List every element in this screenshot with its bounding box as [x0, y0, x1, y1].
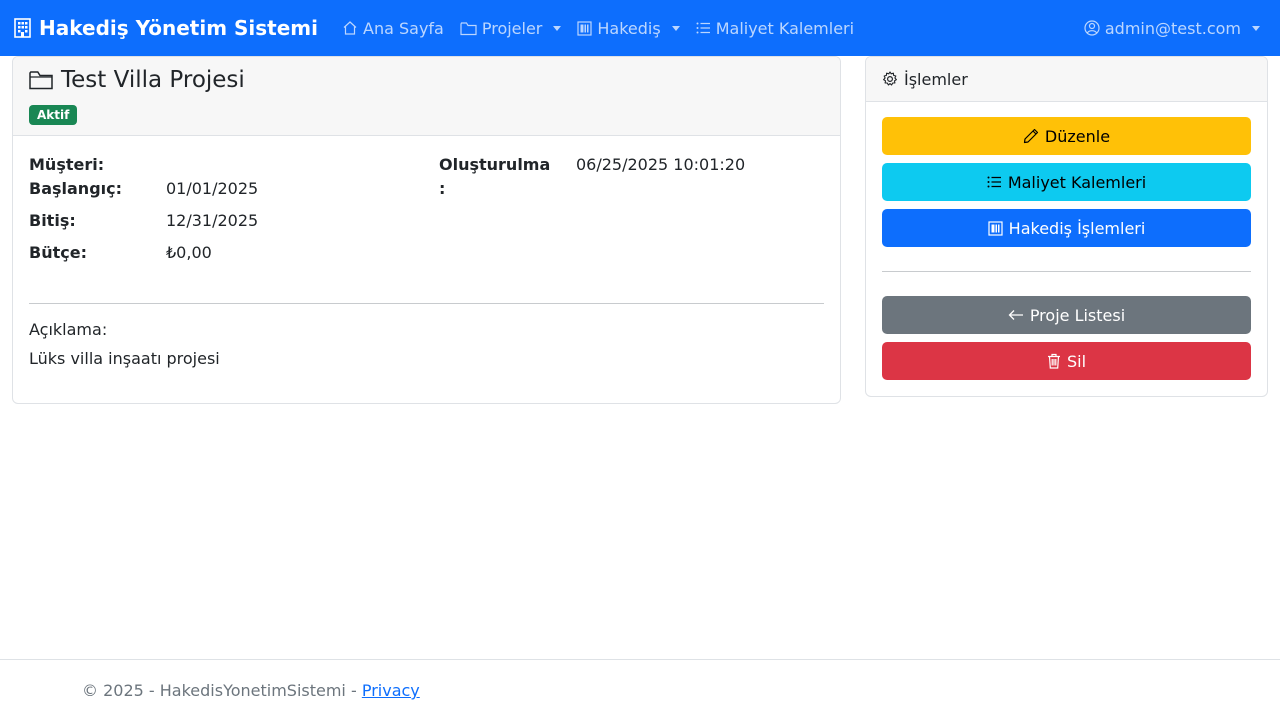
start-date-label: Başlangıç: [29, 179, 123, 198]
budget-label: Bütçe: [29, 243, 87, 262]
cost-items-button-label: Maliyet Kalemleri [1007, 172, 1147, 192]
brand-text: Hakediş Yönetim Sistemi [39, 16, 318, 40]
top-navbar: Hakediş Yönetim Sistemi Ana Sayfa Projel… [0, 0, 1280, 56]
divider [882, 271, 1251, 272]
actions-title: İşlemler [904, 69, 968, 89]
receipt-icon [577, 20, 592, 36]
actions-card: İşlemler Düzenle Maliyet Kalemleri Haked… [865, 56, 1268, 397]
pencil-icon [1023, 128, 1039, 144]
customer-label: Müşteri: [29, 155, 105, 174]
person-circle-icon [1084, 20, 1100, 36]
progress-payment-button-label: Hakediş İşlemleri [1008, 218, 1146, 238]
edit-button[interactable]: Düzenle [882, 117, 1251, 155]
end-date-value: 12/31/2025 [166, 211, 259, 230]
page-footer: © 2025 - HakedisYonetimSistemi - Privacy [0, 659, 1280, 720]
nav-item-home[interactable]: Ana Sayfa [334, 0, 452, 56]
receipt-icon [988, 220, 1003, 236]
budget-value: ₺0,00 [166, 243, 212, 262]
status-badge: Aktif [29, 105, 78, 125]
delete-button[interactable]: Sil [882, 342, 1251, 380]
created-value: 06/25/2025 10:01:20 [576, 155, 746, 174]
privacy-link[interactable]: Privacy [362, 681, 420, 700]
nav-item-home-label: Ana Sayfa [363, 18, 444, 38]
chevron-down-icon [553, 25, 562, 31]
actions-card-header: İşlemler [866, 57, 1267, 102]
nav-item-progress-payment[interactable]: Hakediş [569, 0, 687, 56]
folder-icon [29, 70, 53, 90]
trash-icon [1047, 353, 1061, 369]
project-list-button[interactable]: Proje Listesi [882, 296, 1251, 334]
project-title: Test Villa Projesi [61, 67, 245, 93]
chevron-down-icon [671, 25, 680, 31]
nav-item-projects-label: Projeler [481, 18, 543, 38]
gear-icon [882, 71, 898, 87]
cost-items-button[interactable]: Maliyet Kalemleri [882, 163, 1251, 201]
project-details: Müşteri: Başlangıç: 01/01/2025 Bitiş: 12… [29, 151, 824, 281]
building-icon [14, 18, 31, 38]
edit-button-label: Düzenle [1044, 126, 1111, 146]
created-label-colon: : [439, 179, 446, 198]
brand-link[interactable]: Hakediş Yönetim Sistemi [14, 0, 318, 56]
delete-button-label: Sil [1066, 351, 1087, 371]
list-icon [987, 175, 1002, 189]
list-icon [696, 21, 711, 35]
nav-item-progress-payment-label: Hakediş [597, 18, 661, 38]
nav-item-cost-items[interactable]: Maliyet Kalemleri [688, 0, 862, 56]
start-date-value: 01/01/2025 [166, 179, 259, 198]
end-date-label: Bitiş: [29, 211, 76, 230]
project-card-header: Test Villa Projesi Aktif [13, 57, 840, 136]
progress-payment-button[interactable]: Hakediş İşlemleri [882, 209, 1251, 247]
user-menu[interactable]: admin@test.com [1076, 0, 1268, 56]
user-email: admin@test.com [1104, 18, 1241, 38]
nav-item-projects[interactable]: Projeler [452, 0, 570, 56]
divider [29, 303, 824, 304]
nav-menu: Ana Sayfa Projeler Hakediş Maliyet Kalem… [334, 0, 862, 56]
description-label: Açıklama: [29, 320, 108, 339]
project-detail-card: Test Villa Projesi Aktif Müşteri: Başlan… [12, 56, 841, 404]
house-icon [342, 20, 358, 36]
arrow-left-icon [1008, 309, 1024, 321]
footer-text-row: © 2025 - HakedisYonetimSistemi - Privacy [82, 679, 420, 703]
created-label: Oluşturulma [439, 155, 551, 174]
folder-icon [460, 21, 477, 36]
description-text: Lüks villa inşaatı projesi [29, 349, 220, 368]
project-title-row: Test Villa Projesi [29, 64, 824, 96]
chevron-down-icon [1252, 25, 1260, 31]
project-list-button-label: Proje Listesi [1029, 305, 1126, 325]
nav-item-cost-items-label: Maliyet Kalemleri [715, 18, 855, 38]
copyright-text: © 2025 - HakedisYonetimSistemi - [82, 681, 362, 700]
